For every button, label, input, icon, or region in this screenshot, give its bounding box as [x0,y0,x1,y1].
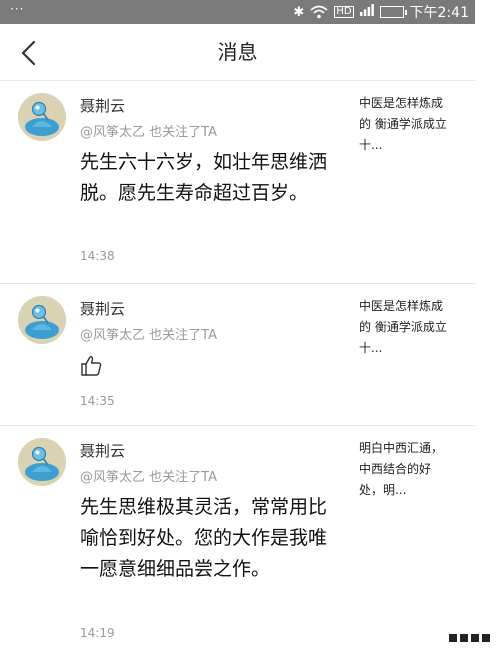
battery-icon [379,6,407,18]
clock: 下午2:41 [409,5,469,21]
status-bar: ··· ✱ HD 下午2:41 [0,0,475,24]
follow-note: @风筝太乙 也关注了TA [80,470,217,485]
sender-name[interactable]: 聂荆云 [80,95,125,116]
chevron-left-icon [21,40,36,66]
avatar[interactable] [18,296,66,344]
page-title: 消息 [217,40,258,64]
signal-icon [359,4,374,20]
message-item[interactable]: 聂荆云 @风筝太乙 也关注了TA 14:35 中医是怎样炼成的 衡通学派成立十.… [0,284,475,426]
avatar-image [18,296,66,344]
avatar-image [18,438,66,486]
message-time: 14:35 [80,394,115,408]
more-indicator [449,634,490,642]
avatar[interactable] [18,93,66,141]
avatar-image [18,93,66,141]
message-time: 14:19 [80,626,115,640]
sender-name[interactable]: 聂荆云 [80,440,125,461]
follow-note: @风筝太乙 也关注了TA [80,125,217,140]
quoted-article[interactable]: 中医是怎样炼成的 衡通学派成立十... [359,93,454,156]
bluetooth-icon: ✱ [293,4,305,20]
notification-dots: ··· [10,2,25,16]
follow-note: @风筝太乙 也关注了TA [80,328,217,343]
wifi-icon [310,5,328,19]
thumbs-up-icon [81,356,102,376]
quoted-article[interactable]: 明白中西汇通，中西结合的好处，明... [359,438,454,501]
avatar[interactable] [18,438,66,486]
title-bar: 消息 [0,24,475,81]
message-time: 14:38 [80,249,115,263]
sender-name[interactable]: 聂荆云 [80,298,125,319]
message-item[interactable]: 聂荆云 @风筝太乙 也关注了TA 先生思维极其灵活，常常用比喻恰到好处。您的大作… [0,426,475,651]
message-content: 先生思维极其灵活，常常用比喻恰到好处。您的大作是我唯一愿意细细品尝之作。 [80,496,328,580]
back-button[interactable] [12,36,46,70]
message-content: 先生六十六岁，如壮年思维洒脱。愿先生寿命超过百岁。 [80,151,328,204]
message-item[interactable]: 聂荆云 @风筝太乙 也关注了TA 先生六十六岁，如壮年思维洒脱。愿先生寿命超过百… [0,81,475,284]
message-screen: ··· ✱ HD 下午2:41 消息 聂荆云 @风筝太乙 也关注了TA 先生六十… [0,0,475,651]
network-type-badge: HD [334,6,354,18]
quoted-article[interactable]: 中医是怎样炼成的 衡通学派成立十... [359,296,454,359]
status-icons: ✱ HD 下午2:41 [293,3,469,21]
